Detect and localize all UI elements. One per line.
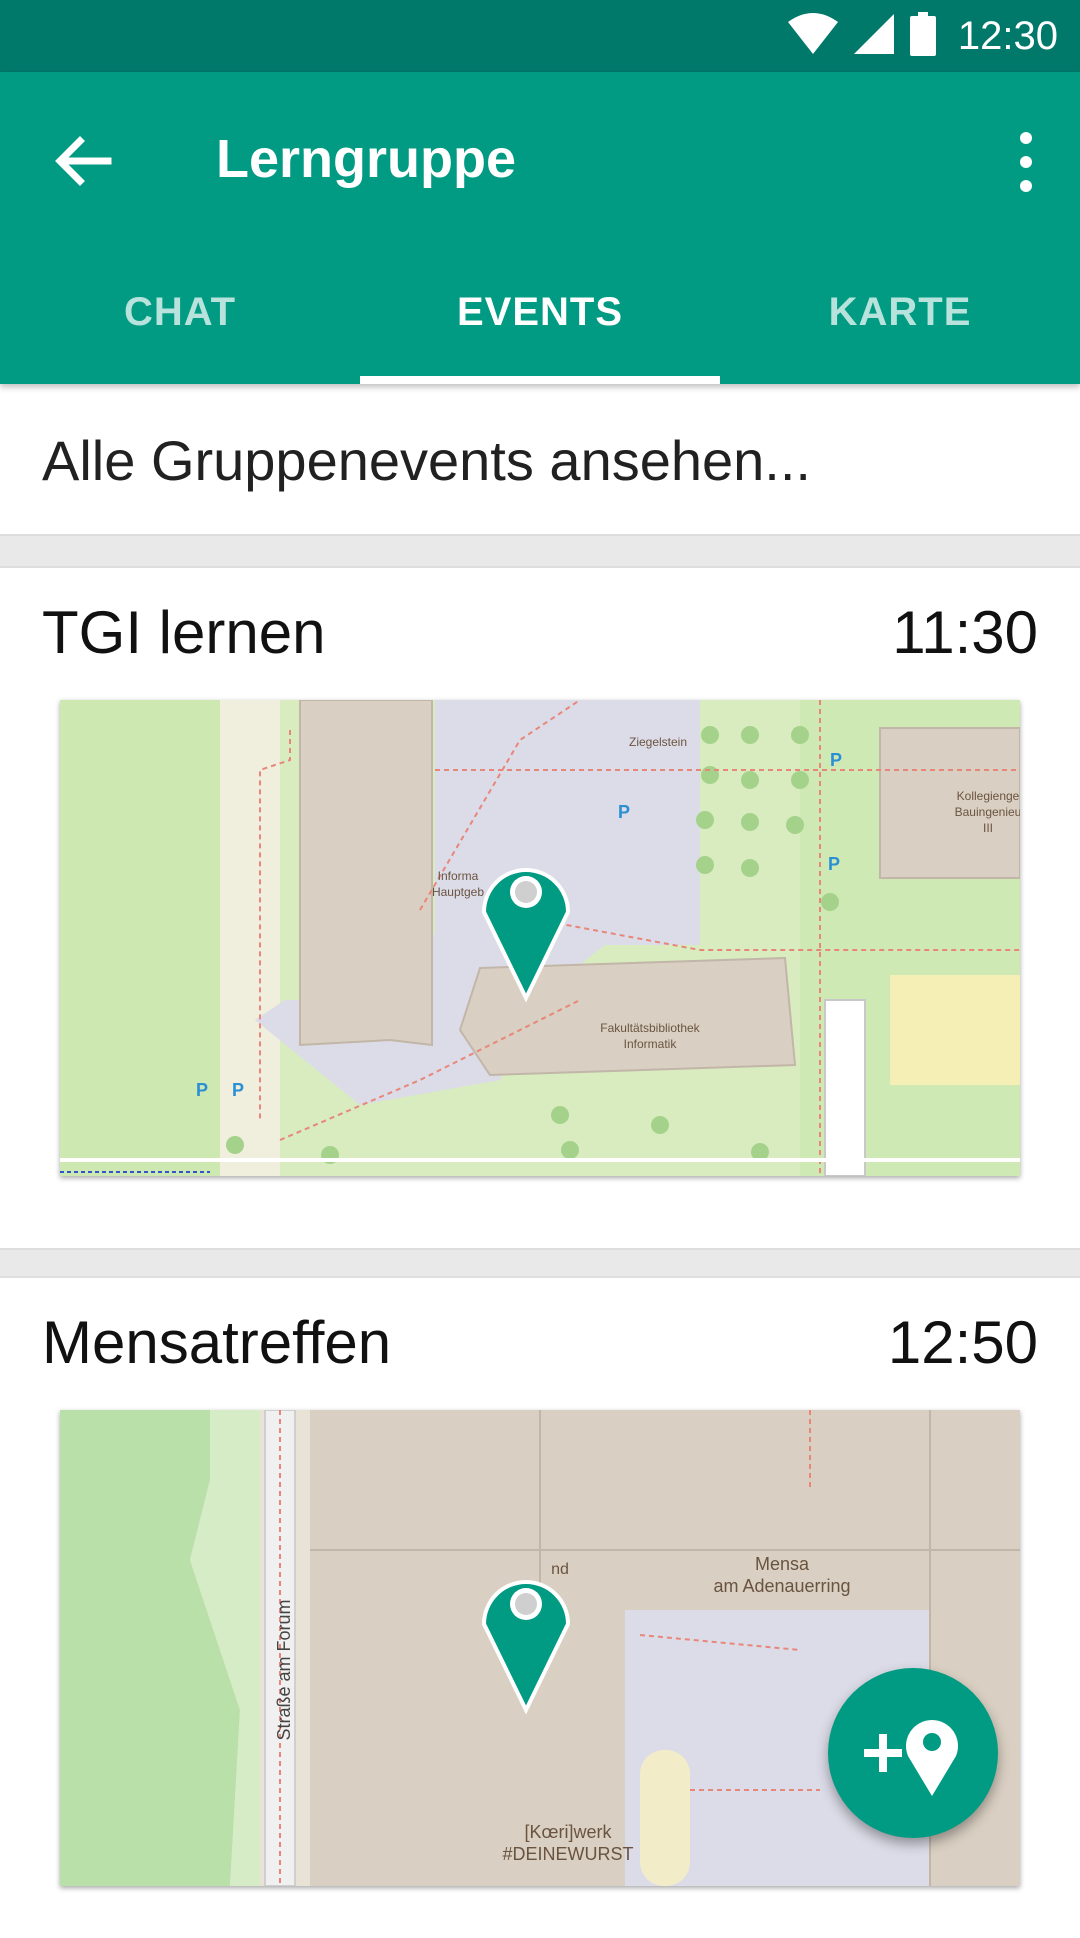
event-card[interactable]: TGI lernen 11:30 Ziegelstein Informa Hau…: [0, 566, 1080, 1250]
event-card[interactable]: Mensatreffen 12:50 Straße am Forum Mensa…: [0, 1276, 1080, 1938]
event-map[interactable]: Ziegelstein Informa Hauptgeb Fakultätsbi…: [60, 700, 1020, 1176]
tab-indicator: [360, 376, 720, 384]
svg-text:P: P: [828, 854, 840, 874]
add-location-icon: [864, 1720, 958, 1796]
map-label: Informatik: [624, 1037, 678, 1051]
more-options-button[interactable]: [1002, 126, 1050, 198]
map-label: Mensa: [755, 1554, 810, 1574]
tab-events[interactable]: EVENTS: [360, 240, 720, 384]
event-time: 12:50: [887, 1309, 1038, 1376]
status-time: 12:30: [957, 13, 1058, 58]
svg-text:P: P: [618, 802, 630, 822]
tab-karte[interactable]: KARTE: [720, 240, 1080, 384]
map-label: am Adenauerring: [713, 1576, 850, 1596]
status-bar: 12:30: [0, 0, 1080, 72]
cell-signal-icon: [853, 13, 894, 59]
tab-chat[interactable]: CHAT: [0, 240, 360, 384]
map-label: nd: [551, 1561, 569, 1578]
event-title: TGI lernen: [42, 599, 326, 666]
map-label: Hauptgeb: [432, 885, 484, 899]
event-time: 11:30: [892, 599, 1038, 666]
more-vert-icon: [1020, 132, 1032, 192]
wifi-icon: [787, 12, 838, 61]
svg-text:P: P: [196, 1080, 208, 1100]
map-label: Fakultätsbibliothek: [600, 1021, 700, 1035]
map-label: Straße am Forum: [274, 1599, 294, 1740]
map-label: Informa: [438, 869, 479, 883]
battery-icon: [909, 11, 936, 61]
map-label: Ziegelstein: [629, 735, 687, 749]
back-button[interactable]: [52, 130, 114, 192]
app-bar: Lerngruppe CHAT EVENTS KARTE: [0, 72, 1080, 384]
add-location-button[interactable]: [828, 1668, 998, 1838]
map-label: Kollegienge: [957, 789, 1020, 803]
svg-text:P: P: [232, 1080, 244, 1100]
map-label: III: [983, 821, 993, 835]
arrow-back-icon: [55, 136, 112, 186]
map-label: #DEINEWURST: [502, 1844, 633, 1864]
event-title: Mensatreffen: [42, 1309, 392, 1376]
map-label: [Kœri]werk: [525, 1822, 613, 1842]
all-events-link[interactable]: Alle Gruppenevents ansehen...: [42, 428, 811, 493]
svg-text:P: P: [830, 750, 842, 770]
page-title: Lerngruppe: [216, 129, 517, 189]
all-events-row[interactable]: Alle Gruppenevents ansehen...: [0, 384, 1080, 536]
map-label: Bauingenieu: [955, 805, 1020, 819]
tab-bar: CHAT EVENTS KARTE: [0, 240, 1080, 384]
